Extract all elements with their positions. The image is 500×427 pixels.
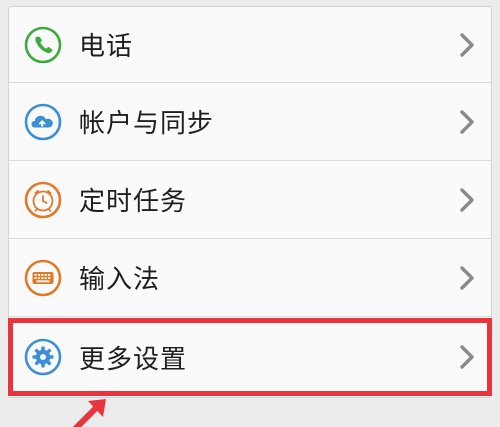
settings-item-label: 更多设置 [79,344,188,375]
chevron-right-icon [457,343,477,371]
settings-item-input-method[interactable]: 输入法 [9,239,491,317]
keyboard-icon [23,258,63,298]
clock-icon [23,180,63,220]
settings-item-label: 输入法 [79,265,161,295]
chevron-right-icon [457,264,477,292]
settings-item-label: 定时任务 [79,187,188,217]
cloud-sync-icon [23,102,63,142]
settings-item-more-settings[interactable]: 更多设置 [9,317,491,397]
chevron-right-icon [457,186,477,214]
settings-item-label: 电话 [79,32,134,62]
phone-icon [23,25,63,65]
settings-item-account-sync[interactable]: 帐户与同步 [9,83,491,161]
settings-item-scheduled-tasks[interactable]: 定时任务 [9,161,491,239]
settings-screen: 电话 帐户与同步 定时任务 输入法 更多设置 [0,0,500,427]
arrow-pointer-icon [66,398,112,427]
gear-icon [23,337,63,377]
settings-item-phone[interactable]: 电话 [9,7,491,83]
chevron-right-icon [457,31,477,59]
settings-list: 电话 帐户与同步 定时任务 输入法 更多设置 [8,6,492,398]
chevron-right-icon [457,108,477,136]
settings-item-label: 帐户与同步 [79,109,215,139]
